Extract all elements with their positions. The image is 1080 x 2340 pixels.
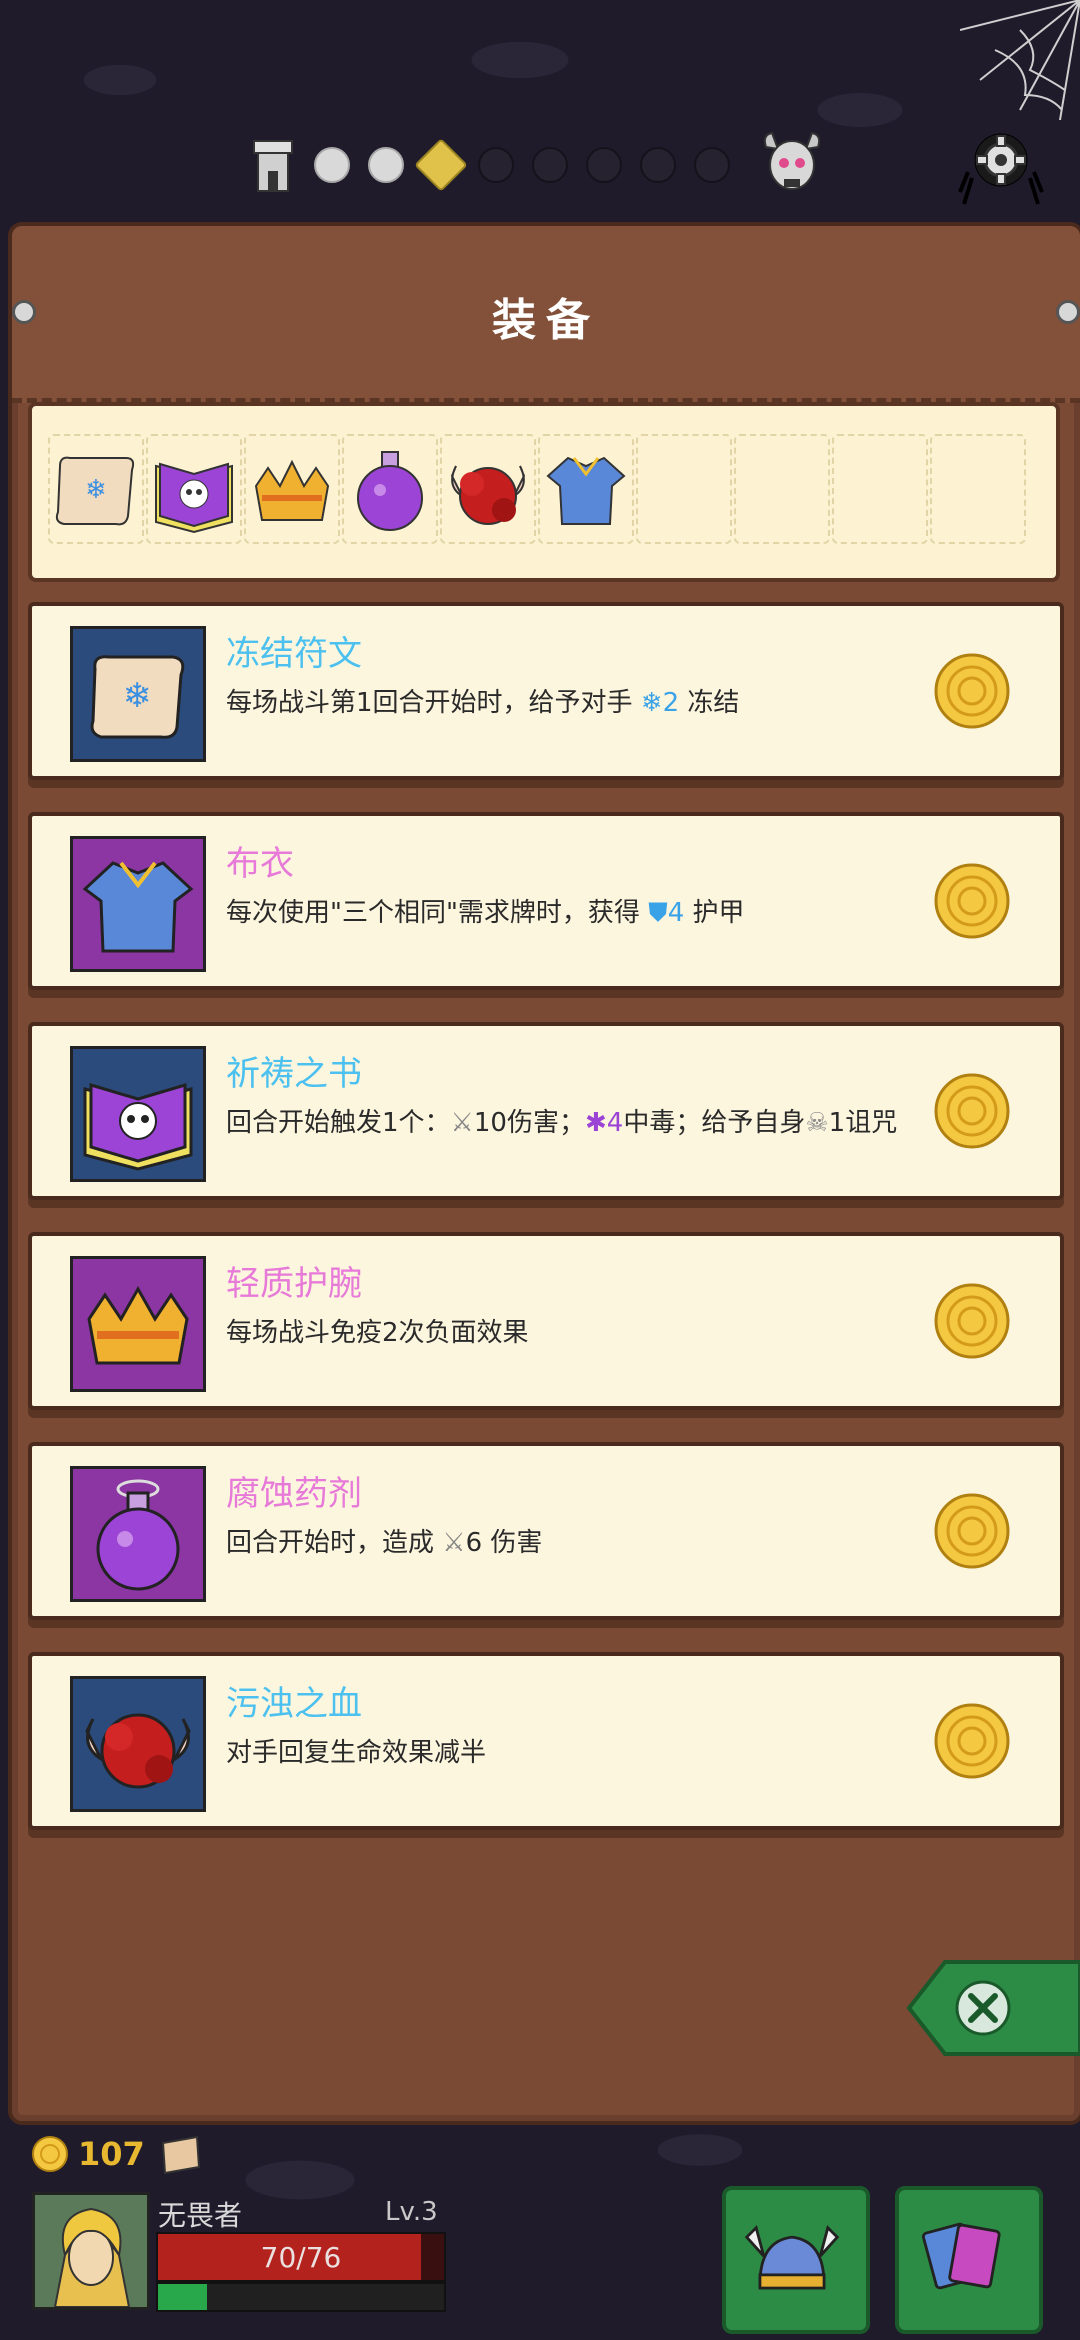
coin-icon (934, 1283, 1010, 1359)
scroll-rune-icon: ❄ (55, 456, 135, 526)
coin-icon (934, 1073, 1010, 1149)
skull-icon: ☠ (805, 1108, 829, 1138)
equipment-card[interactable]: 污浊之血 对手回复生命效果减半 (28, 1652, 1064, 1830)
deck-tab-button[interactable] (895, 2186, 1043, 2334)
avatar[interactable] (32, 2192, 150, 2310)
coin-icon (934, 653, 1010, 729)
card-description: 每次使用"三个相同"需求牌时，获得 ⛊4 护甲 (226, 898, 745, 928)
scroll-rune-icon: ❄ (90, 655, 185, 739)
card-name: 布衣 (226, 844, 294, 884)
sword-icon: ⚔ (442, 1528, 466, 1558)
crown-bracer-icon (87, 1285, 189, 1365)
settings-gear-icon[interactable] (958, 122, 1044, 208)
freeze-icon: ❄ (640, 688, 663, 718)
slot-empty[interactable] (734, 434, 830, 544)
crown-bracer-icon (254, 459, 330, 521)
card-description: 每场战斗第1回合开始时，给予对手 ❄2 冻结 (226, 688, 740, 718)
card-image (70, 836, 206, 972)
slot-book[interactable] (146, 434, 242, 544)
potion-icon (96, 1479, 180, 1591)
stage-dot (694, 147, 730, 183)
poison-icon: ✱ (584, 1108, 607, 1138)
svg-text:❄: ❄ (123, 676, 152, 716)
slot-scroll[interactable]: ❄ (48, 434, 144, 544)
hero-name: 无畏者 (158, 2199, 243, 2232)
coin-icon (934, 1703, 1010, 1779)
blood-icon (85, 1713, 191, 1789)
sword-icon: ⚔ (450, 1108, 474, 1138)
stage-dot (640, 147, 676, 183)
slot-potion[interactable] (342, 434, 438, 544)
potion-icon (357, 451, 423, 531)
armor-icon: ⛊ (648, 898, 668, 928)
coin-icon (934, 863, 1010, 939)
equipment-tab-button[interactable] (722, 2186, 870, 2334)
map-progress (250, 130, 828, 200)
slot-shirt[interactable] (538, 434, 634, 544)
card-name: 腐蚀药剂 (226, 1474, 362, 1514)
prayer-book-icon (83, 1082, 193, 1171)
cards-icon (921, 2222, 1001, 2290)
equipment-card[interactable]: 腐蚀药剂 回合开始时，造成 ⚔6 伤害 (28, 1442, 1064, 1620)
close-button[interactable] (905, 1958, 1080, 2058)
stage-dot-done (368, 147, 404, 183)
card-image (70, 1676, 206, 1812)
cloth-shirt-icon (546, 456, 626, 525)
stage-dot (478, 147, 514, 183)
equipment-card[interactable]: 轻质护腕 每场战斗免疫2次负面效果 (28, 1232, 1064, 1410)
stage-dot-done (314, 147, 350, 183)
slot-blood[interactable] (440, 434, 536, 544)
blood-icon (450, 465, 526, 525)
slot-empty[interactable] (636, 434, 732, 544)
helmet-icon (744, 2224, 840, 2290)
hp-text: 70/76 (260, 2240, 342, 2274)
card-name: 祈祷之书 (226, 1054, 362, 1094)
stage-dot (532, 147, 568, 183)
stage-dot-current (414, 138, 468, 192)
panel-header: 装备 (12, 226, 1080, 403)
card-name: 冻结符文 (226, 634, 362, 674)
slot-empty[interactable] (930, 434, 1026, 544)
slot-empty[interactable] (832, 434, 928, 544)
panel-title: 装备 (492, 295, 600, 346)
stage-dot (586, 147, 622, 183)
coin-icon (32, 2136, 68, 2172)
equipment-card[interactable]: 祈祷之书 回合开始触发1个：⚔10伤害；✱4中毒；给予自身☠1诅咒 (28, 1022, 1064, 1200)
coin-icon (934, 1493, 1010, 1569)
card-description: 每场战斗免疫2次负面效果 (226, 1318, 529, 1348)
equipment-card[interactable]: 布衣 每次使用"三个相同"需求牌时，获得 ⛊4 护甲 (28, 812, 1064, 990)
gold-amount: 107 (78, 2135, 145, 2173)
card-name: 污浊之血 (226, 1684, 362, 1724)
slot-bracer[interactable] (244, 434, 340, 544)
spider-web-icon (960, 0, 1080, 120)
gold-counter: 107 (30, 2127, 207, 2181)
card-name: 轻质护腕 (226, 1264, 362, 1304)
equipment-card[interactable]: ❄ 冻结符文 每场战斗第1回合开始时，给予对手 ❄2 冻结 (28, 602, 1064, 780)
card-image: ❄ (70, 626, 206, 762)
scroll-icon[interactable] (153, 2127, 207, 2181)
prayer-book-icon (155, 462, 233, 534)
boss-skull-icon (763, 131, 821, 190)
xp-fill (158, 2284, 207, 2310)
tower-icon (253, 140, 293, 192)
xp-bar (156, 2282, 446, 2312)
card-description: 对手回复生命效果减半 (226, 1738, 487, 1768)
equipment-slots: ❄ (28, 402, 1060, 582)
equipment-panel: 装备 ❄ ❄ 冻结符文 每场战斗第1回合开始时，给予对手 ❄2 冻结 布衣 每次… (8, 222, 1080, 2125)
cloth-shirt-icon (82, 861, 194, 953)
card-image (70, 1466, 206, 1602)
hp-bar: 70/76 (156, 2232, 446, 2282)
card-image (70, 1256, 206, 1392)
card-description: 回合开始时，造成 ⚔6 伤害 (226, 1528, 543, 1558)
card-image (70, 1046, 206, 1182)
card-description: 回合开始触发1个：⚔10伤害；✱4中毒；给予自身☠1诅咒 (226, 1108, 898, 1138)
svg-text:❄: ❄ (85, 475, 107, 505)
hero-level: Lv.3 (385, 2197, 438, 2227)
